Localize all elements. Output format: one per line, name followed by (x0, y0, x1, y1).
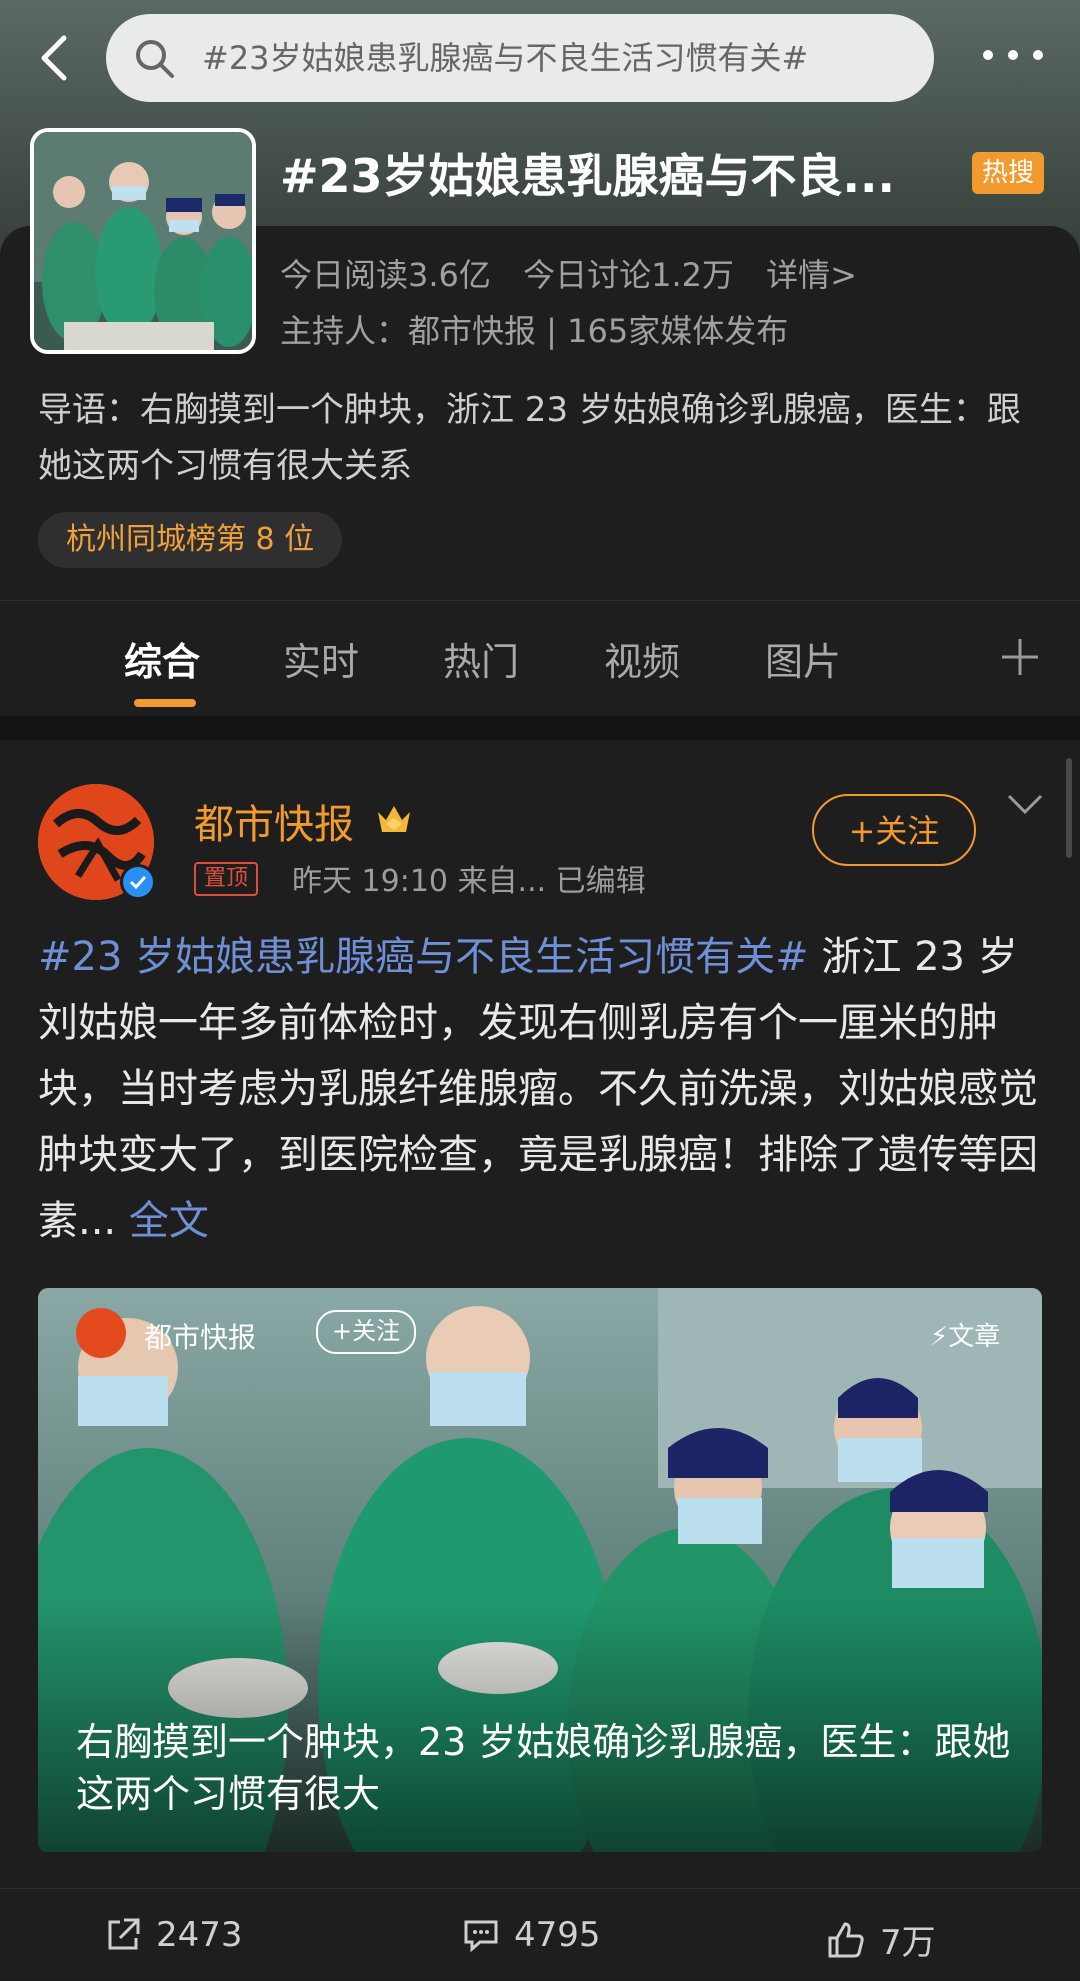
media-caption: 右胸摸到一个肿块，23 岁姑娘确诊乳腺癌，医生：跟她这两个习惯有很大 (76, 1720, 1011, 1816)
tab-realtime[interactable]: 实时 (283, 631, 359, 686)
topic-host: 主持人：都市快报 | 165家媒体发布 (280, 312, 789, 350)
topic-cover-image[interactable] (30, 128, 256, 354)
hot-badge: 热搜 (972, 152, 1044, 194)
media-author-avatar[interactable] (76, 1308, 126, 1358)
tab-comprehensive[interactable]: 综合 (124, 631, 200, 686)
active-tab-indicator (134, 699, 196, 707)
chevron-down-icon[interactable] (1006, 792, 1044, 816)
like-button[interactable]: 7万 (826, 1915, 936, 1964)
divider (0, 716, 1080, 740)
details-link[interactable]: 详情> (766, 256, 857, 294)
rank-badge[interactable]: 杭州同城榜第 8 位 (38, 512, 343, 568)
tab-hot[interactable]: 热门 (443, 631, 519, 686)
media-follow-button[interactable]: +关注 (316, 1310, 417, 1354)
comment-count: 4795 (514, 1915, 601, 1955)
search-query: #23岁姑娘患乳腺癌与不良生活习惯有关# (202, 39, 809, 77)
topic-stats: 今日阅读3.6亿 今日讨论1.2万 详情> (280, 250, 879, 296)
follow-button[interactable]: +关注 (812, 794, 976, 866)
add-tab-icon[interactable] (1000, 637, 1040, 677)
post-hashtag[interactable]: #23 岁姑娘患乳腺癌与不良生活习惯有关# (38, 934, 809, 980)
post-meta: 昨天 19:10 来自... 已编辑 (292, 864, 646, 899)
media-author-name[interactable]: 都市快报 (144, 1316, 256, 1356)
share-count: 2473 (156, 1915, 243, 1955)
topic-title: #23岁姑娘患乳腺癌与不良... (280, 149, 895, 203)
tab-bar: 综合 实时 热门 视频 图片 (0, 600, 1080, 717)
action-bar: 2473 4795 7万 (0, 1888, 1080, 1981)
article-label: ⚡文章 (930, 1316, 1000, 1353)
reads-count: 今日阅读3.6亿 (280, 256, 491, 294)
top-bar: #23岁姑娘患乳腺癌与不良生活习惯有关# (0, 12, 1080, 104)
search-input[interactable]: #23岁姑娘患乳腺癌与不良生活习惯有关# (106, 14, 934, 102)
read-more-link[interactable]: 全文 (129, 1198, 209, 1244)
like-count: 7万 (880, 1923, 936, 1963)
verified-icon (120, 864, 156, 900)
comment-icon (464, 1920, 498, 1953)
author-name[interactable]: 都市快报 (194, 792, 354, 850)
more-icon[interactable] (978, 40, 1048, 70)
crown-icon (378, 806, 410, 832)
post-text: #23 岁姑娘患乳腺癌与不良生活习惯有关# 浙江 23 岁刘姑娘一年多前体检时，… (38, 924, 1048, 1254)
comment-button[interactable]: 4795 (462, 1915, 601, 1955)
pinned-badge: 置顶 (194, 862, 259, 896)
topic-intro: 导语：右胸摸到一个肿块，浙江 23 岁姑娘确诊乳腺癌，医生：跟她这两个习惯有很大… (38, 390, 1021, 486)
discuss-count: 今日讨论1.2万 (523, 256, 734, 294)
share-button[interactable]: 2473 (104, 1915, 243, 1955)
tab-images[interactable]: 图片 (765, 631, 841, 686)
bolt-icon: ⚡ (930, 1322, 949, 1352)
back-icon[interactable] (28, 30, 84, 86)
scrollbar[interactable] (1066, 758, 1072, 858)
article-kind: 文章 (948, 1322, 1001, 1352)
tab-video[interactable]: 视频 (604, 631, 680, 686)
thumbs-up-icon (828, 1921, 864, 1957)
share-icon (108, 1918, 140, 1950)
search-icon (136, 40, 174, 78)
